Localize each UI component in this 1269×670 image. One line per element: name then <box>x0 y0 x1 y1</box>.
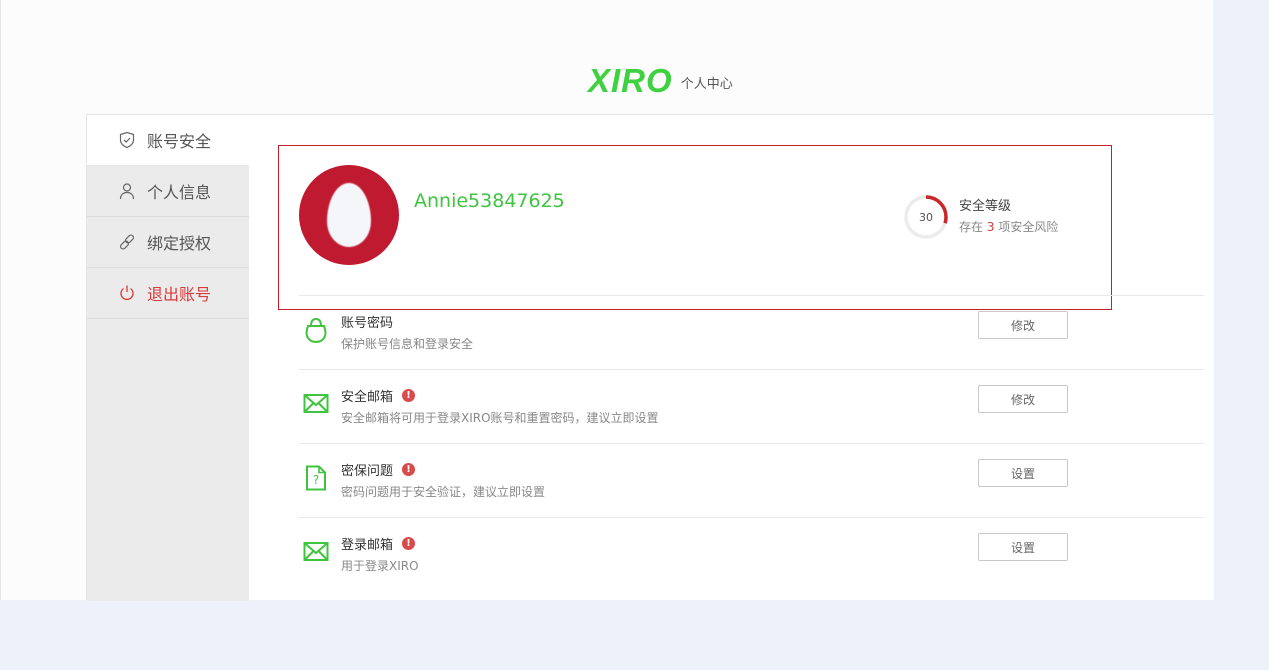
username: Annie53847625 <box>414 190 565 212</box>
egg-avatar-icon <box>327 183 371 247</box>
setting-title: 登录邮箱! <box>341 534 416 553</box>
power-icon <box>117 283 137 303</box>
question-doc-icon: ? <box>303 464 329 492</box>
setting-title: 账号密码 <box>341 312 393 331</box>
setting-desc: 密码问题用于安全验证，建议立即设置 <box>341 485 546 499</box>
security-level: 30 安全等级 存在 3 项安全风险 <box>903 194 1058 240</box>
page-title: 个人中心 <box>680 77 733 92</box>
sidebar: 账号安全 个人信息 绑定授权 退出账号 <box>87 115 249 601</box>
sidebar-item-label: 退出账号 <box>147 285 212 304</box>
security-score: 30 <box>919 210 933 224</box>
sidebar-item-personal-info[interactable]: 个人信息 <box>87 166 249 217</box>
sidebar-item-label: 个人信息 <box>147 183 212 202</box>
security-score-ring: 30 <box>903 194 949 240</box>
mail-icon <box>303 390 329 418</box>
sidebar-item-binding[interactable]: 绑定授权 <box>87 217 249 268</box>
svg-text:?: ? <box>313 473 319 487</box>
setting-title: 密保问题! <box>341 460 416 479</box>
page-background: XIRO 个人中心 账号安全 个人信息 绑定授权 退出账号 Annie53847… <box>0 0 1214 601</box>
lock-icon <box>303 316 329 344</box>
setting-desc: 用于登录XIRO <box>341 559 419 573</box>
modify-security-email-button[interactable]: 修改 <box>978 385 1068 413</box>
warning-icon: ! <box>402 389 416 402</box>
risk-count: 3 <box>986 220 995 234</box>
risk-suffix: 项安全风险 <box>998 220 1059 234</box>
profile-card: Annie53847625 30 安全等级 存在 3 项安全风险 <box>278 145 1112 310</box>
modify-password-button[interactable]: 修改 <box>978 311 1068 339</box>
set-security-question-button[interactable]: 设置 <box>978 459 1068 487</box>
page-header: XIRO 个人中心 <box>588 64 733 97</box>
sidebar-item-account-security[interactable]: 账号安全 <box>87 115 249 166</box>
user-icon <box>117 181 137 201</box>
setting-desc: 保护账号信息和登录安全 <box>341 337 474 351</box>
setting-desc: 安全邮箱将可用于登录XIRO账号和重置密码，建议立即设置 <box>341 411 659 425</box>
setting-title: 安全邮箱! <box>341 386 416 405</box>
setting-title-text: 密保问题 <box>341 464 394 479</box>
settings-row-login-email: 登录邮箱! 用于登录XIRO 设置 <box>299 518 1204 592</box>
settings-row-password: 账号密码 保护账号信息和登录安全 修改 <box>299 296 1204 370</box>
setting-title-text: 登录邮箱 <box>341 538 394 553</box>
shield-icon <box>117 130 137 150</box>
mail-icon <box>303 538 329 566</box>
link-icon <box>117 232 137 252</box>
settings-row-security-email: 安全邮箱! 安全邮箱将可用于登录XIRO账号和重置密码，建议立即设置 修改 <box>299 370 1204 444</box>
security-risk-text: 存在 3 项安全风险 <box>959 217 1058 237</box>
avatar[interactable] <box>299 165 399 265</box>
security-title: 安全等级 <box>959 199 1012 214</box>
setting-title-text: 账号密码 <box>341 316 394 331</box>
xiro-logo[interactable]: XIRO <box>588 64 673 97</box>
setting-title-text: 安全邮箱 <box>341 390 394 405</box>
sidebar-item-label: 账号安全 <box>147 132 212 151</box>
set-login-email-button[interactable]: 设置 <box>978 533 1068 561</box>
sidebar-item-label: 绑定授权 <box>147 234 212 253</box>
warning-icon: ! <box>402 537 416 550</box>
sidebar-item-logout[interactable]: 退出账号 <box>87 268 249 319</box>
warning-icon: ! <box>402 463 416 476</box>
risk-prefix: 存在 <box>959 220 984 234</box>
settings-row-security-question: ? 密保问题! 密码问题用于安全验证，建议立即设置 设置 <box>299 444 1204 518</box>
